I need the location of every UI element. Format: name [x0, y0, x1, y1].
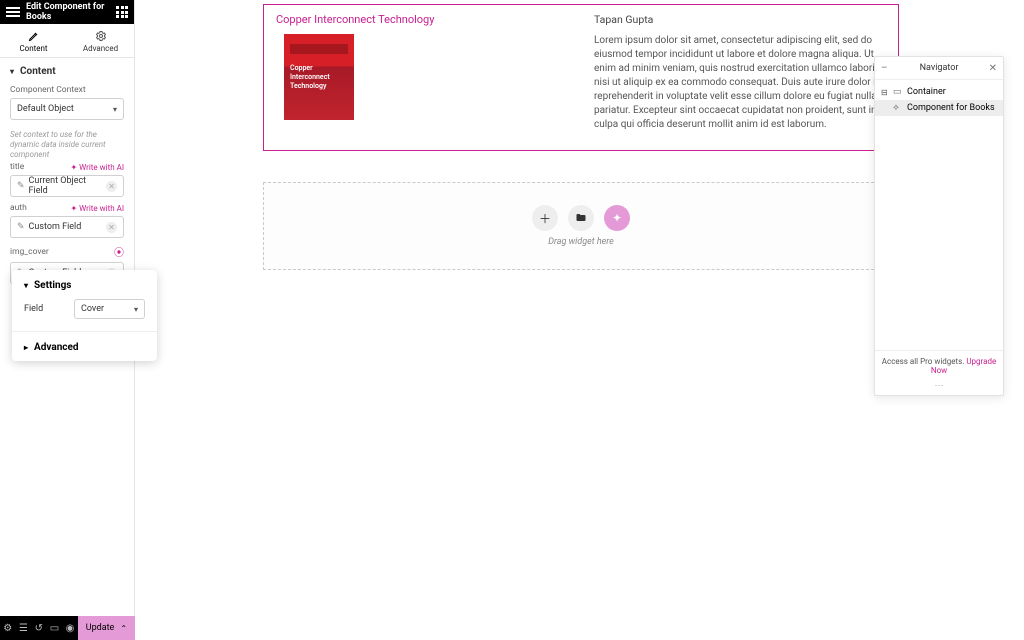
caret-right-icon: ▸ — [24, 343, 28, 352]
navigator-resize-handle[interactable]: ⋯ — [875, 381, 1003, 395]
close-icon[interactable]: ✕ — [989, 63, 997, 74]
chevron-up-icon: ⌃ — [120, 624, 127, 633]
field-auth: auth✦ Write with AI ✎ Custom Field ✕ — [0, 203, 134, 244]
minimize-icon[interactable]: – — [881, 63, 888, 74]
navigator-footer: Access all Pro widgets. Upgrade Now — [875, 350, 1003, 381]
tab-advanced[interactable]: Advanced — [67, 24, 134, 57]
component-context-hint: Set context to use for the dynamic data … — [0, 126, 134, 162]
section-content-label: Content — [20, 66, 56, 77]
pencil-icon: ✎ — [17, 181, 25, 191]
navigator-header: – Navigator ✕ — [875, 57, 1003, 80]
navigator-footer-text: Access all Pro widgets. — [882, 357, 965, 366]
dropzone-label: Drag widget here — [548, 237, 614, 247]
caret-down-icon: ▾ — [24, 281, 28, 290]
navigator-item-component[interactable]: ⟡ Component for Books — [875, 100, 1003, 116]
field-settings-popover: ▾ Settings Field Cover ▾ ▸ Advanced — [12, 270, 157, 361]
book-cover: Copper Interconnect Technology — [284, 34, 354, 120]
popover-field-label: Field — [24, 304, 74, 314]
navigator-item-label: Container — [907, 87, 946, 97]
container-icon: ▭ — [893, 87, 903, 97]
dropzone-buttons: ＋ ✦ — [532, 205, 630, 231]
navigator-title: Navigator — [920, 63, 959, 73]
apps-icon[interactable] — [116, 6, 128, 18]
panel-tabs: Content Advanced — [0, 24, 134, 58]
component-context-value: Default Object — [17, 104, 74, 114]
history-icon[interactable]: ↺ — [31, 616, 47, 640]
tab-advanced-label: Advanced — [83, 44, 118, 53]
widget-dropzone[interactable]: ＋ ✦ Drag widget here — [263, 182, 899, 270]
field-title: title✦ Write with AI ✎ Current Object Fiel… — [0, 162, 134, 203]
write-with-ai-link[interactable]: ✦ Write with AI — [70, 163, 124, 172]
field-value-select[interactable]: ✎ Custom Field ✕ — [10, 216, 124, 238]
component-context-label: Component Context — [10, 85, 124, 95]
navigator-tree: ⊟ ▭ Container ⟡ Component for Books — [875, 80, 1003, 350]
menu-icon[interactable] — [6, 7, 20, 17]
book-title: Copper Interconnect Technology — [276, 13, 576, 26]
write-with-ai-link[interactable]: ✦ Write with AI — [70, 204, 124, 213]
popover-settings-label: Settings — [34, 280, 71, 291]
update-button[interactable]: Update ⌃ — [78, 616, 135, 640]
dynamic-tag-icon[interactable]: ⦿ — [114, 244, 124, 259]
field-value: Custom Field — [29, 222, 82, 232]
add-widget-button[interactable]: ＋ — [532, 205, 558, 231]
popover-advanced-label: Advanced — [34, 342, 79, 353]
update-label: Update — [86, 623, 115, 633]
book-left-column: Copper Interconnect Technology Copper In… — [276, 13, 576, 132]
popover-advanced-head[interactable]: ▸ Advanced — [12, 331, 157, 361]
ai-widget-button[interactable]: ✦ — [604, 205, 630, 231]
clear-icon[interactable]: ✕ — [106, 181, 117, 192]
popover-settings-head[interactable]: ▾ Settings — [12, 270, 157, 299]
chevron-down-icon: ▾ — [134, 305, 138, 314]
component-for-books[interactable]: Copper Interconnect Technology Copper In… — [263, 4, 899, 151]
book-description: Lorem ipsum dolor sit amet, consectetur … — [594, 34, 886, 132]
folder-button[interactable] — [568, 205, 594, 231]
preview-icon[interactable]: ◉ — [62, 616, 78, 640]
navigator-item-label: Component for Books — [907, 103, 995, 113]
tab-content[interactable]: Content — [0, 24, 67, 57]
navigator-icon[interactable]: ☰ — [16, 616, 32, 640]
popover-field-select[interactable]: Cover ▾ — [74, 299, 145, 319]
section-content-head[interactable]: ▾ Content — [0, 58, 134, 85]
component-context-block: Component Context Default Object ▾ — [0, 85, 134, 126]
popover-field-value: Cover — [81, 304, 104, 314]
field-label: auth✦ Write with AI — [10, 203, 124, 213]
navigator-item-container[interactable]: ⊟ ▭ Container — [875, 84, 1003, 100]
book-cover-text: Copper Interconnect Technology — [290, 64, 330, 91]
clear-icon[interactable]: ✕ — [106, 222, 117, 233]
field-label: img_cover⦿ — [10, 244, 124, 259]
tab-content-label: Content — [19, 44, 47, 53]
folder-icon — [575, 212, 587, 224]
component-context-select[interactable]: Default Object ▾ — [10, 98, 124, 120]
caret-down-icon: ▾ — [10, 67, 14, 76]
bottom-toolbar: ⚙ ☰ ↺ ▭ ◉ Update ⌃ — [0, 616, 135, 640]
navigator-panel: – Navigator ✕ ⊟ ▭ Container ⟡ Component … — [874, 56, 1004, 396]
book-right-column: Tapan Gupta Lorem ipsum dolor sit amet, … — [594, 13, 886, 132]
gear-icon — [95, 30, 107, 42]
sidebar-header: Edit Component for Books — [0, 0, 134, 24]
field-label: title✦ Write with AI — [10, 162, 124, 172]
sidebar-title: Edit Component for Books — [26, 2, 116, 22]
settings-icon[interactable]: ⚙ — [0, 616, 16, 640]
pencil-icon: ✎ — [17, 222, 25, 232]
component-icon: ⟡ — [893, 103, 903, 113]
field-value: Current Object Field — [29, 176, 107, 196]
pencil-icon — [28, 30, 40, 42]
responsive-icon[interactable]: ▭ — [47, 616, 63, 640]
book-author: Tapan Gupta — [594, 13, 886, 26]
chevron-down-icon: ▾ — [113, 105, 117, 114]
field-value-select[interactable]: ✎ Current Object Field✕ — [10, 175, 124, 197]
collapse-icon[interactable]: ⊟ — [881, 88, 889, 97]
popover-field-row: Field Cover ▾ — [12, 299, 157, 331]
